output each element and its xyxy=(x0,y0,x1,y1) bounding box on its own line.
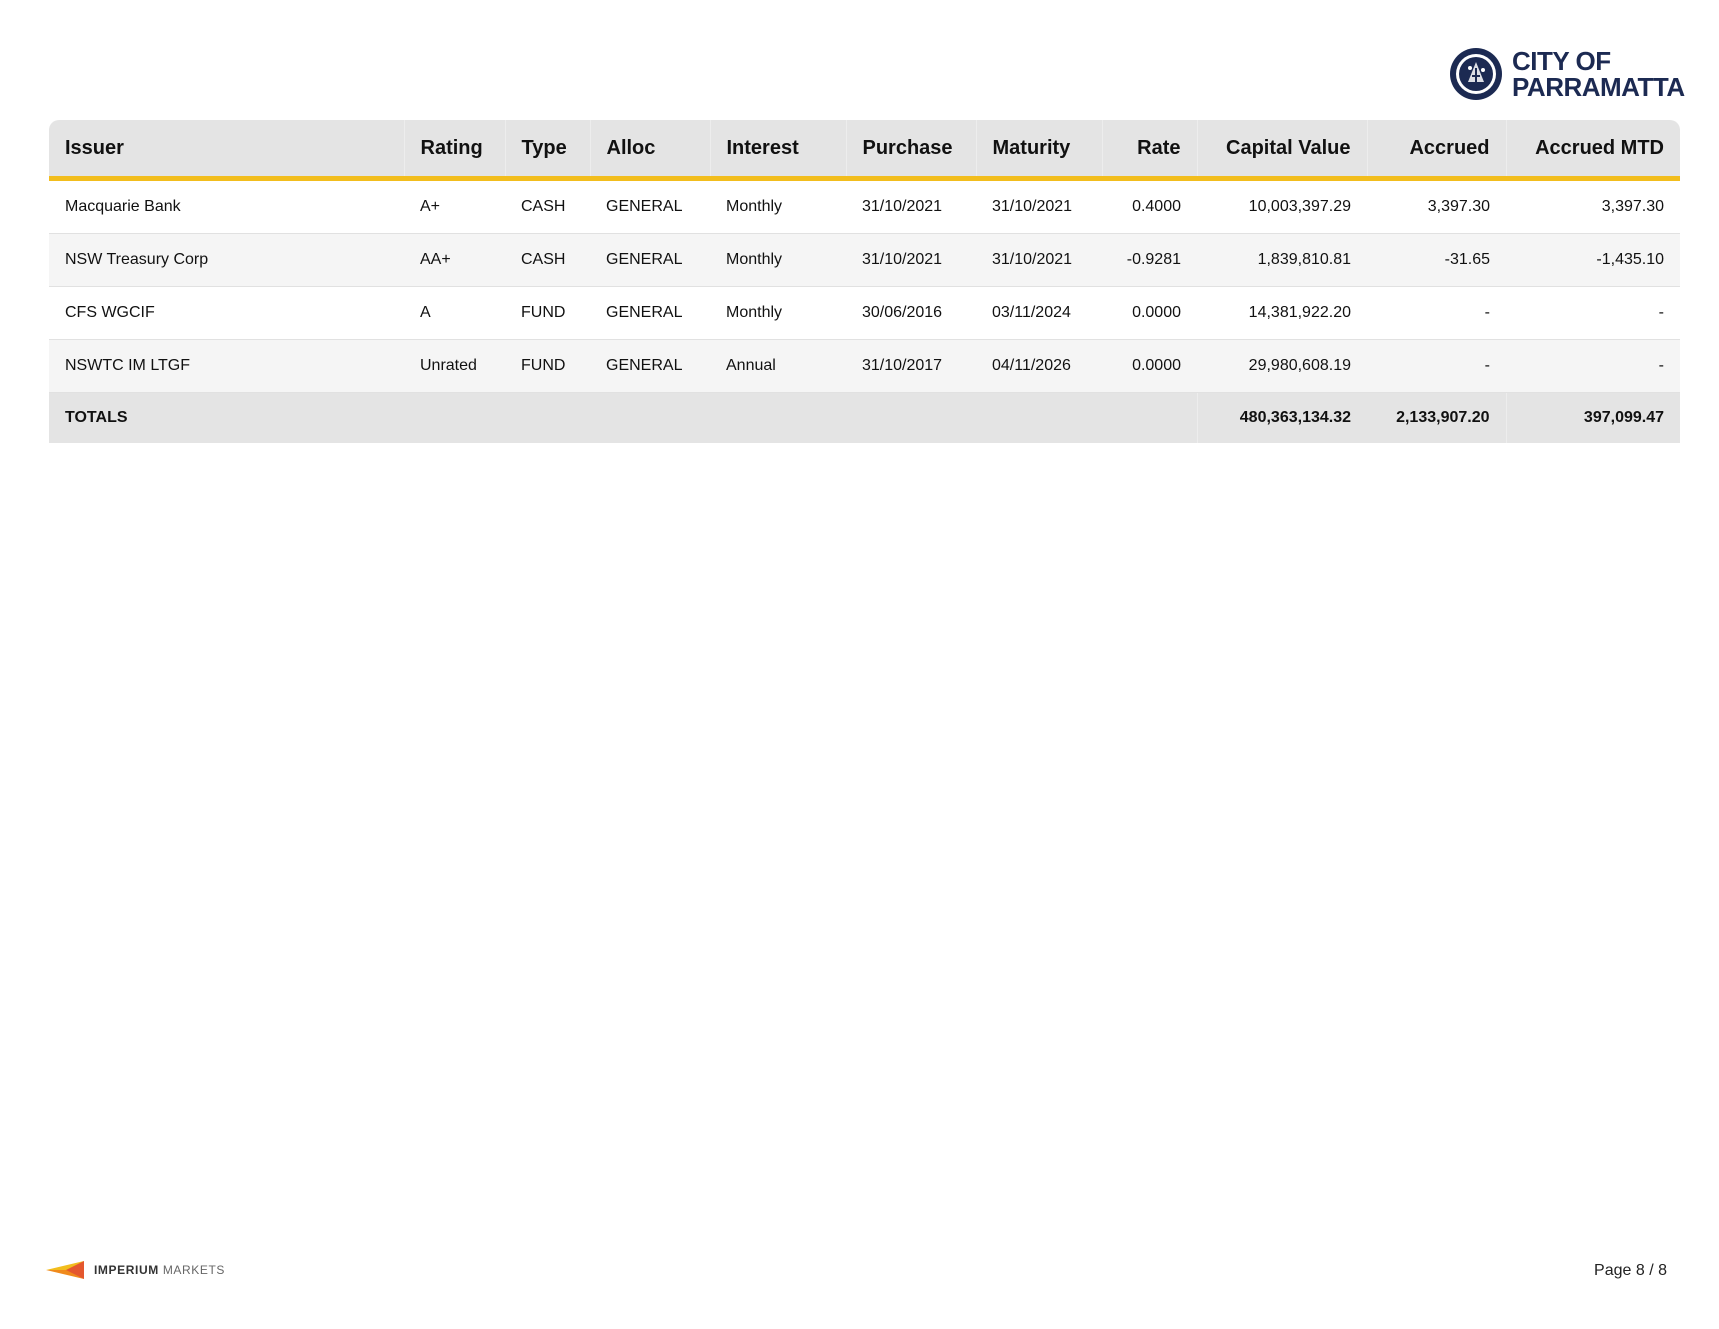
col-header-accrued-mtd: Accrued MTD xyxy=(1506,120,1680,181)
cell-maturity: 31/10/2021 xyxy=(976,178,1102,234)
investments-table-container: Issuer Rating Type Alloc Interest Purcha… xyxy=(49,120,1680,443)
cell-accrued-mtd: - xyxy=(1506,339,1680,393)
totals-empty-cell xyxy=(846,392,976,443)
table-row: CFS WGCIF A FUND GENERAL Monthly 30/06/2… xyxy=(49,286,1680,340)
col-header-interest: Interest xyxy=(710,120,847,181)
page-number: Page 8 / 8 xyxy=(1594,1262,1667,1279)
imperium-wordmark-light: MARKETS xyxy=(162,1263,226,1277)
cell-capital-value: 14,381,922.20 xyxy=(1197,286,1367,340)
cell-rate: 0.0000 xyxy=(1102,339,1197,393)
cell-issuer: NSWTC IM LTGF xyxy=(49,339,404,393)
cell-type: CASH xyxy=(505,178,590,234)
col-header-alloc: Alloc xyxy=(590,120,711,181)
cell-issuer: NSW Treasury Corp xyxy=(49,233,404,287)
cell-accrued: 3,397.30 xyxy=(1367,178,1506,234)
cell-interest: Monthly xyxy=(710,233,846,287)
table-row: NSWTC IM LTGF Unrated FUND GENERAL Annua… xyxy=(49,339,1680,393)
totals-empty-cell xyxy=(404,392,505,443)
totals-row: TOTALS 480,363,134.32 2,133,907.20 397,0… xyxy=(49,392,1680,443)
parramatta-emblem-icon xyxy=(1450,48,1502,100)
col-header-type: Type xyxy=(505,120,591,181)
table-header-row: Issuer Rating Type Alloc Interest Purcha… xyxy=(49,120,1680,181)
cell-type: FUND xyxy=(505,286,590,340)
cell-issuer: CFS WGCIF xyxy=(49,286,404,340)
cell-capital-value: 10,003,397.29 xyxy=(1197,178,1367,234)
cell-capital-value: 1,839,810.81 xyxy=(1197,233,1367,287)
col-header-maturity: Maturity xyxy=(976,120,1103,181)
col-header-rate: Rate xyxy=(1102,120,1198,181)
totals-accrued: 2,133,907.20 xyxy=(1367,392,1506,443)
investments-table: Issuer Rating Type Alloc Interest Purcha… xyxy=(49,120,1680,443)
cell-alloc: GENERAL xyxy=(590,286,710,340)
cell-accrued: - xyxy=(1367,339,1506,393)
cell-capital-value: 29,980,608.19 xyxy=(1197,339,1367,393)
imperium-wordmark-strong: IMPERIUM xyxy=(94,1263,159,1277)
cell-issuer: Macquarie Bank xyxy=(49,178,404,234)
col-header-capital-value: Capital Value xyxy=(1197,120,1368,181)
table-row: Macquarie Bank A+ CASH GENERAL Monthly 3… xyxy=(49,178,1680,234)
col-header-accrued: Accrued xyxy=(1367,120,1507,181)
cell-rating: A xyxy=(404,286,505,340)
cell-accrued-mtd: 3,397.30 xyxy=(1506,178,1680,234)
col-header-purchase: Purchase xyxy=(846,120,977,181)
totals-empty-cell xyxy=(590,392,710,443)
brand-line-2: PARRAMATTA xyxy=(1512,72,1685,102)
cell-accrued: - xyxy=(1367,286,1506,340)
cell-maturity: 31/10/2021 xyxy=(976,233,1102,287)
cell-type: FUND xyxy=(505,339,590,393)
totals-empty-cell xyxy=(710,392,846,443)
cell-rating: Unrated xyxy=(404,339,505,393)
cell-rate: 0.0000 xyxy=(1102,286,1197,340)
table-row: NSW Treasury Corp AA+ CASH GENERAL Month… xyxy=(49,233,1680,287)
cell-accrued-mtd: -1,435.10 xyxy=(1506,233,1680,287)
totals-empty-cell xyxy=(1102,392,1197,443)
imperium-wordmark: IMPERIUM MARKETS xyxy=(94,1263,225,1277)
cell-alloc: GENERAL xyxy=(590,178,710,234)
cell-interest: Annual xyxy=(710,339,846,393)
cell-purchase: 31/10/2021 xyxy=(846,178,976,234)
cell-accrued-mtd: - xyxy=(1506,286,1680,340)
cell-maturity: 03/11/2024 xyxy=(976,286,1102,340)
cell-alloc: GENERAL xyxy=(590,339,710,393)
cell-interest: Monthly xyxy=(710,178,846,234)
cell-maturity: 04/11/2026 xyxy=(976,339,1102,393)
brand-line-1: CITY OF xyxy=(1512,46,1611,76)
totals-accrued-mtd: 397,099.47 xyxy=(1505,392,1680,443)
totals-label: TOTALS xyxy=(49,392,404,443)
col-header-issuer: Issuer xyxy=(49,120,405,181)
city-of-parramatta-logo: CITY OF PARRAMATTA xyxy=(1448,44,1688,104)
cell-type: CASH xyxy=(505,233,590,287)
brand-wordmark: CITY OF PARRAMATTA xyxy=(1512,48,1685,100)
imperium-arrow-icon xyxy=(46,1261,84,1279)
col-header-rating: Rating xyxy=(404,120,506,181)
cell-rate: -0.9281 xyxy=(1102,233,1197,287)
cell-rate: 0.4000 xyxy=(1102,178,1197,234)
cell-purchase: 30/06/2016 xyxy=(846,286,976,340)
totals-empty-cell xyxy=(976,392,1102,443)
imperium-markets-logo: IMPERIUM MARKETS xyxy=(46,1259,225,1281)
cell-rating: AA+ xyxy=(404,233,505,287)
cell-purchase: 31/10/2021 xyxy=(846,233,976,287)
cell-accrued: -31.65 xyxy=(1367,233,1506,287)
totals-capital-value: 480,363,134.32 xyxy=(1196,392,1367,443)
cell-purchase: 31/10/2017 xyxy=(846,339,976,393)
cell-rating: A+ xyxy=(404,178,505,234)
cell-interest: Monthly xyxy=(710,286,846,340)
cell-alloc: GENERAL xyxy=(590,233,710,287)
totals-empty-cell xyxy=(505,392,590,443)
